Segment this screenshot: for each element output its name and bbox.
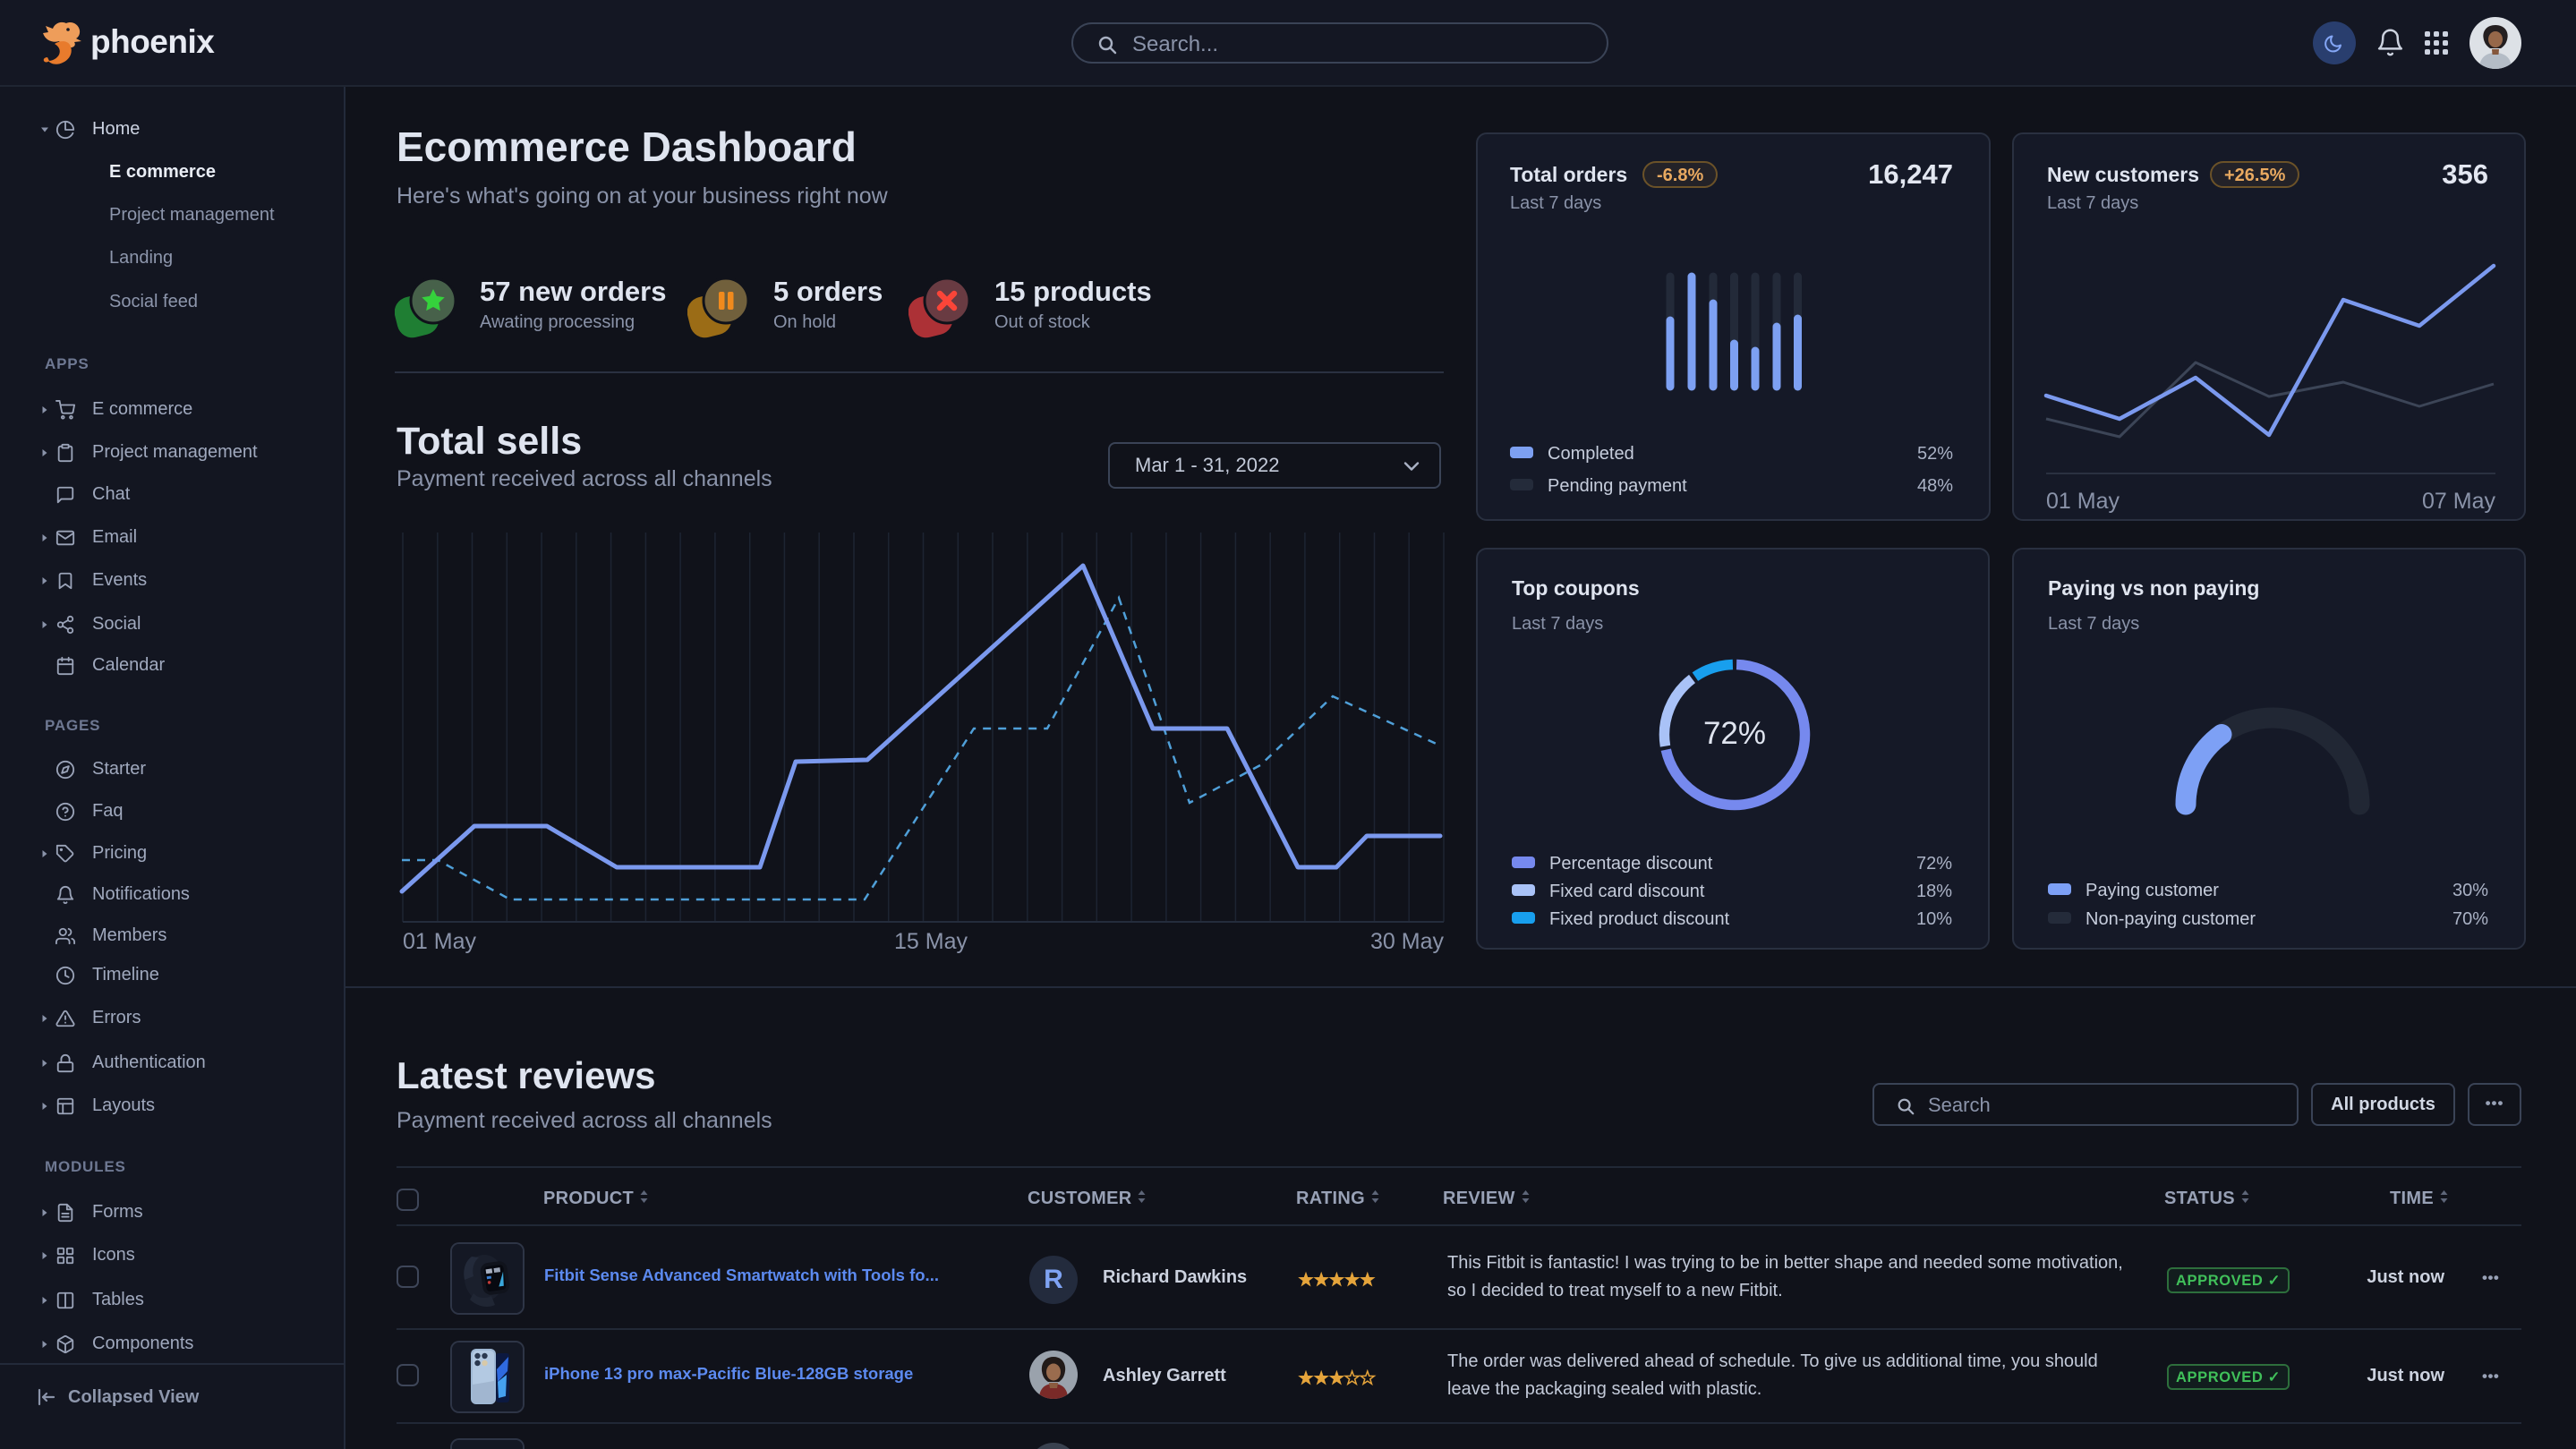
svg-text:01 May: 01 May <box>2046 489 2120 514</box>
svg-text:01 May: 01 May <box>403 929 476 954</box>
svg-text:07 May: 07 May <box>2422 489 2495 514</box>
svg-text:15 May: 15 May <box>894 929 968 954</box>
svg-text:30 May: 30 May <box>1370 929 1444 954</box>
